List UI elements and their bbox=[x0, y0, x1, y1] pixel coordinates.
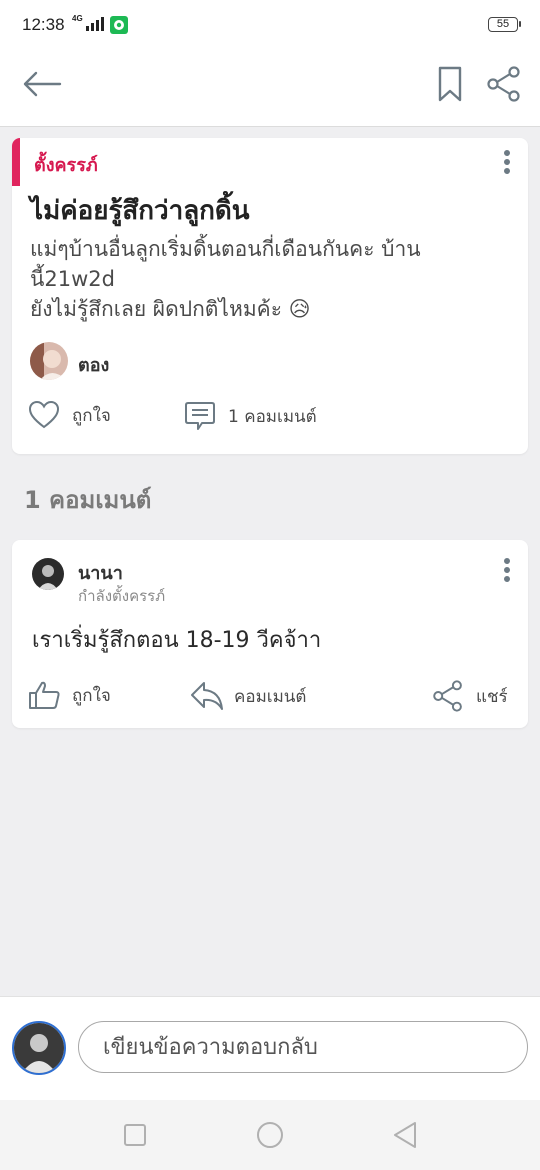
post-more-options-icon[interactable] bbox=[500, 150, 514, 178]
post-comment-button[interactable]: 1 คอมเมนต์ bbox=[184, 400, 317, 432]
comment-share-button[interactable]: แชร์ bbox=[432, 680, 508, 712]
home-icon[interactable] bbox=[256, 1121, 284, 1149]
comment-reply-button[interactable]: คอมเมนต์ bbox=[190, 680, 306, 712]
comment-like-button[interactable]: ถูกใจ bbox=[28, 680, 111, 710]
thumbs-up-icon bbox=[29, 681, 60, 709]
post-body: แม่ๆบ้านอื่นลูกเริ่มดิ้นตอนกี่เดือนกันคะ… bbox=[30, 234, 508, 324]
comment-reply-label: คอมเมนต์ bbox=[234, 686, 307, 707]
heart-icon bbox=[28, 400, 60, 429]
reply-icon bbox=[191, 682, 223, 710]
commenter-avatar[interactable] bbox=[32, 558, 64, 590]
author-avatar[interactable] bbox=[30, 342, 68, 380]
system-navigation-bar bbox=[0, 1100, 540, 1170]
current-user-avatar-image bbox=[14, 1023, 64, 1073]
app-notification-icon bbox=[110, 16, 128, 34]
share-icon bbox=[433, 680, 462, 712]
recent-apps-icon[interactable] bbox=[124, 1124, 146, 1146]
back-triangle-icon[interactable] bbox=[392, 1121, 418, 1149]
comment-share-label: แชร์ bbox=[476, 686, 508, 707]
battery-icon: 55 bbox=[488, 17, 521, 32]
reply-input[interactable] bbox=[78, 1021, 528, 1073]
app-bar bbox=[0, 52, 540, 127]
comment-like-label: ถูกใจ bbox=[72, 685, 111, 706]
commenter-status: กำลังตั้งครรภ์ bbox=[78, 587, 166, 605]
post-title: ไม่ค่อยรู้สึกว่าลูกดิ้น bbox=[30, 196, 250, 226]
comment-card: นานา กำลังตั้งครรภ์ เราเริ่มรู้สึกตอน 18… bbox=[12, 540, 528, 728]
network-type-label: 4G bbox=[72, 14, 83, 23]
comment-more-options-icon[interactable] bbox=[500, 558, 514, 586]
arrow-left-icon[interactable] bbox=[22, 70, 62, 98]
post-body-line: นี้21w2d bbox=[30, 267, 115, 291]
post-like-label: ถูกใจ bbox=[72, 405, 111, 426]
post-body-line: ยังไม่รู้สึกเลย ผิดปกติไหมค้ะ 😥 bbox=[30, 297, 311, 321]
signal-icon bbox=[86, 17, 104, 31]
comment-text: เราเริ่มรู้สึกตอน 18-19 วีคจ้าา bbox=[32, 628, 322, 653]
comment-icon bbox=[185, 402, 215, 430]
post-body-line: แม่ๆบ้านอื่นลูกเริ่มดิ้นตอนกี่เดือนกันคะ… bbox=[30, 237, 421, 261]
category-accent-bar bbox=[12, 138, 20, 186]
current-user-avatar[interactable] bbox=[12, 1021, 66, 1075]
post-like-button[interactable]: ถูกใจ bbox=[28, 400, 111, 430]
share-icon[interactable] bbox=[486, 66, 522, 102]
commenter-name[interactable]: นานา bbox=[78, 558, 123, 587]
post-comment-count: 1 คอมเมนต์ bbox=[228, 406, 317, 427]
author-name[interactable]: ตอง bbox=[78, 350, 109, 379]
commenter-avatar-image bbox=[32, 558, 64, 590]
bookmark-icon[interactable] bbox=[438, 66, 462, 102]
reply-bar bbox=[0, 996, 540, 1101]
status-bar: 12:38 4G 55 bbox=[0, 0, 540, 52]
status-time: 12:38 bbox=[22, 15, 65, 34]
author-avatar-image bbox=[30, 342, 68, 380]
comments-heading: 1 คอมเมนต์ bbox=[24, 486, 152, 514]
post-card: ตั้งครรภ์ ไม่ค่อยรู้สึกว่าลูกดิ้น แม่ๆบ้… bbox=[12, 138, 528, 454]
post-category-tag[interactable]: ตั้งครรภ์ bbox=[34, 150, 98, 179]
